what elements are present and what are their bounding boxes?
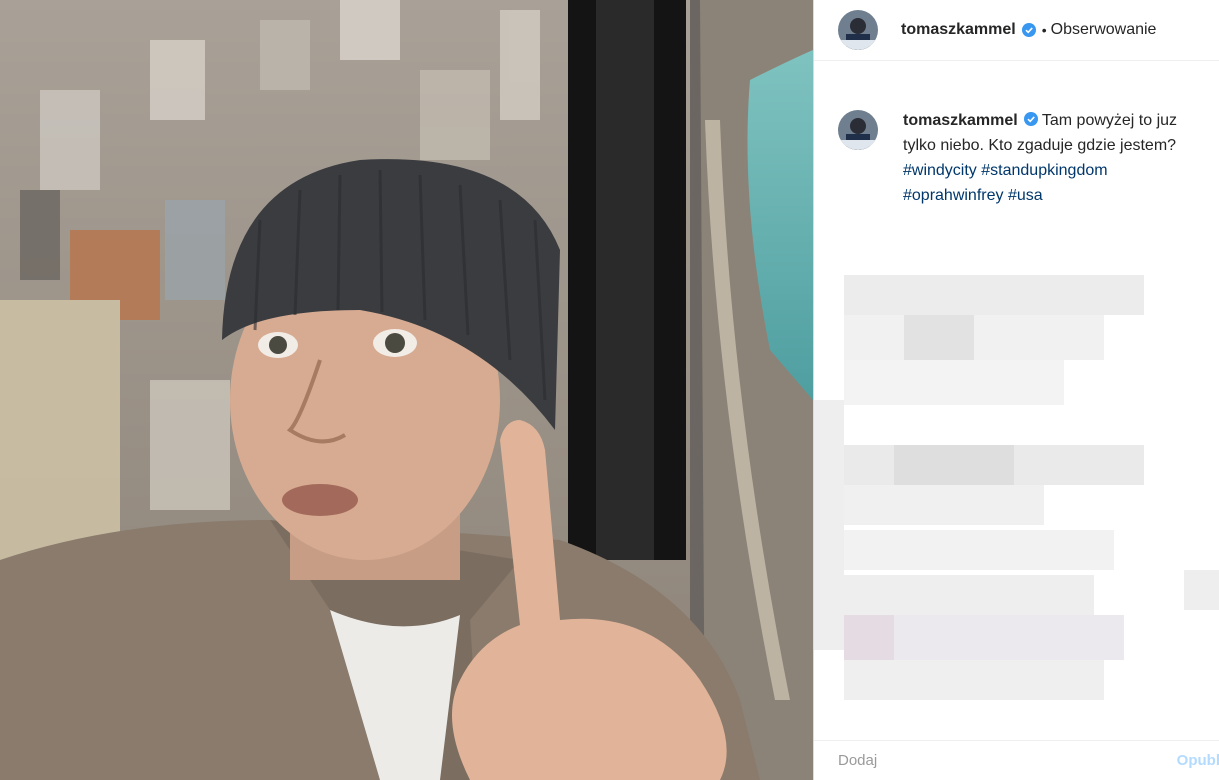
pixelated-comments <box>814 250 1219 750</box>
hashtag-link[interactable]: #usa <box>1008 187 1043 204</box>
hashtag-list: #windycity #standupkingdom #oprahwinfrey… <box>903 158 1203 208</box>
post-caption: tomaszkammel Tam powyżej to juz tylko ni… <box>838 108 1208 208</box>
comment-box: Dodaj Opubl <box>814 740 1219 780</box>
post-photo[interactable] <box>0 0 813 780</box>
verified-badge-icon <box>1021 23 1036 37</box>
caption-username[interactable]: tomaszkammel <box>903 112 1018 129</box>
separator-dot: • <box>1041 22 1047 38</box>
post-header: tomaszkammel • Obserwowanie <box>814 0 1219 61</box>
hashtag-link[interactable]: #oprahwinfrey <box>903 187 1004 204</box>
hashtag-link[interactable]: #standupkingdom <box>981 162 1107 179</box>
post-sidebar: tomaszkammel • Obserwowanie tomaszkammel… <box>813 0 1219 780</box>
following-button[interactable]: Obserwowanie <box>1051 21 1157 39</box>
username-link[interactable]: tomaszkammel <box>901 21 1016 39</box>
publish-button[interactable]: Opubl <box>1177 752 1219 769</box>
avatar[interactable] <box>838 10 878 50</box>
verified-badge-icon <box>1023 109 1038 126</box>
comment-input[interactable]: Dodaj <box>838 752 877 769</box>
caption-avatar[interactable] <box>838 110 878 150</box>
hashtag-link[interactable]: #windycity <box>903 162 977 179</box>
